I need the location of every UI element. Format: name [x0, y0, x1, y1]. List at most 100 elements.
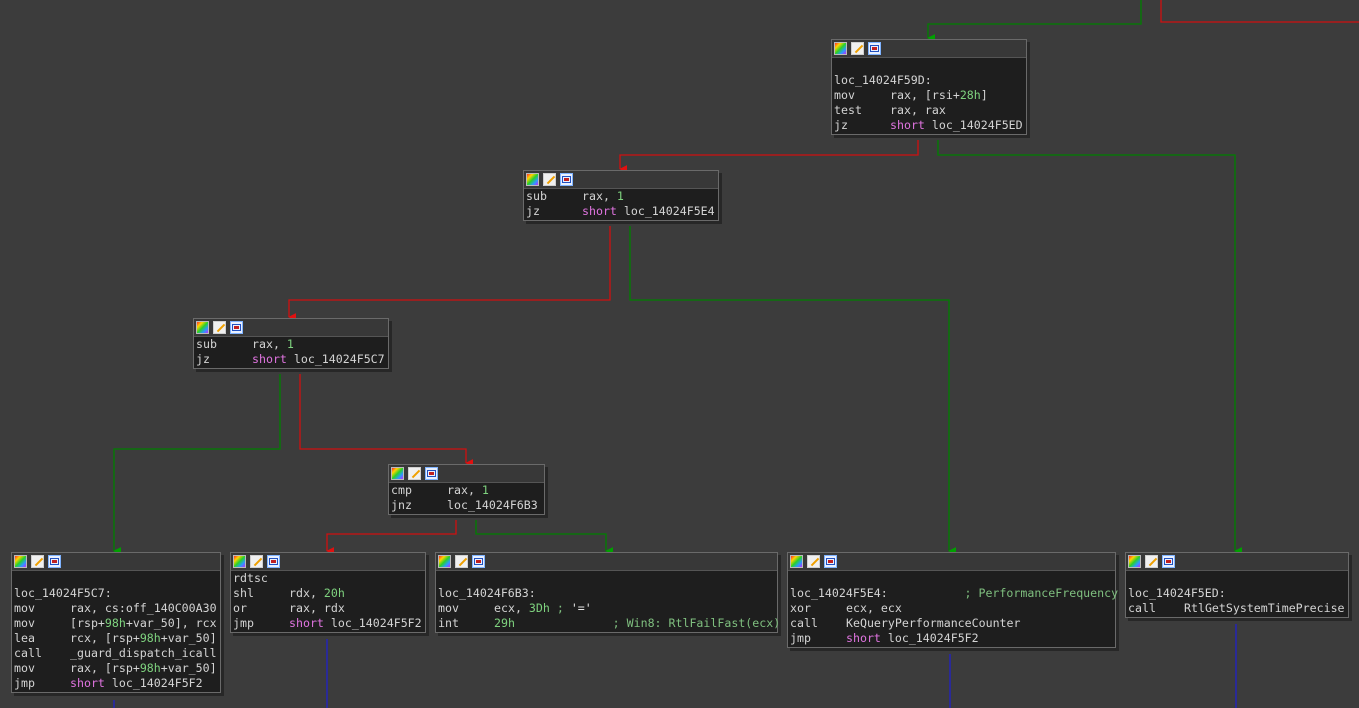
keyword: short [70, 676, 105, 690]
edge-sub2-cmp [299, 374, 474, 467]
rename-icon[interactable] [213, 321, 226, 334]
block-header [389, 465, 544, 483]
group-nodes-icon[interactable] [1162, 555, 1175, 568]
rename-icon[interactable] [31, 555, 44, 568]
color-palette-icon[interactable] [526, 173, 539, 186]
rename-icon[interactable] [851, 42, 864, 55]
jump-target[interactable]: loc_14024F5F2 [331, 616, 422, 630]
block-cmp[interactable]: cmp rax, 1 jnz loc_14024F6B3 [388, 464, 545, 515]
operand: ecx, ecx [846, 601, 902, 615]
mnemonic: jz [196, 352, 210, 366]
instruction-line: jz short loc_14024F5C7 [196, 352, 386, 367]
mnemonic: jmp [14, 676, 35, 690]
block-loc-14024f59d[interactable]: loc_14024F59D: mov rax, [rsi+28h] test rax… [831, 39, 1027, 135]
mnemonic: cmp [391, 483, 412, 497]
immediate: 98h [104, 616, 126, 630]
color-palette-icon[interactable] [790, 555, 803, 568]
block-rdtsc[interactable]: rdtsc shl rdx, 20h or rax, rdx jmp short lo… [230, 552, 426, 633]
operand-rest: ] [980, 88, 988, 102]
group-nodes-icon[interactable] [868, 42, 881, 55]
rename-icon[interactable] [1145, 555, 1158, 568]
rename-icon[interactable] [408, 467, 421, 480]
instruction-line: mov ecx, 3Dh ; '=' [438, 601, 775, 616]
color-palette-icon[interactable] [1128, 555, 1141, 568]
color-palette-icon[interactable] [196, 321, 209, 334]
instruction-line: rdtsc [233, 571, 423, 586]
edge-offscreen-red [1160, 0, 1359, 23]
instruction-line: call _guard_dispatch_icall [14, 646, 218, 661]
block-header [12, 553, 220, 571]
jump-target[interactable]: loc_14024F5E4 [624, 204, 715, 218]
block-loc-14024f6b3[interactable]: loc_14024F6B3: mov ecx, 3Dh ; '=' int 29h … [435, 552, 780, 633]
rename-icon[interactable] [543, 173, 556, 186]
block-label[interactable]: loc_14024F5ED: [1128, 586, 1346, 601]
color-palette-icon[interactable] [391, 467, 404, 480]
instruction-line: mov rax, [rsi+28h] [834, 88, 1024, 103]
comment: ; Win8: RtlFailFast(ecx) [514, 616, 781, 630]
call-target[interactable]: _guard_dispatch_icall [70, 646, 217, 660]
mnemonic: call [14, 646, 42, 660]
keyword: short [252, 352, 287, 366]
block-label[interactable]: loc_14024F5C7: [14, 586, 218, 601]
mnemonic: lea [14, 631, 35, 645]
group-nodes-icon[interactable] [267, 555, 280, 568]
mnemonic: or [233, 601, 247, 615]
color-palette-icon[interactable] [438, 555, 451, 568]
operand: rcx, [rsp+ [70, 631, 140, 645]
block-header [194, 319, 388, 337]
instruction-line: mov [rsp+98h+var_50], rcx [14, 616, 218, 631]
call-target[interactable]: RtlGetSystemTimePrecise [1184, 601, 1345, 615]
instruction-line: jz short loc_14024F5ED [834, 118, 1024, 133]
color-palette-icon[interactable] [233, 555, 246, 568]
mnemonic: xor [790, 601, 811, 615]
block-loc-14024f5e4[interactable]: loc_14024F5E4: ; PerformanceFrequency xo… [787, 552, 1118, 648]
edge-sub1-sub2 [288, 226, 611, 321]
jump-target[interactable]: loc_14024F5F2 [112, 676, 203, 690]
group-nodes-icon[interactable] [48, 555, 61, 568]
mnemonic: jmp [233, 616, 254, 630]
group-nodes-icon[interactable] [560, 173, 573, 186]
immediate: 1 [616, 189, 624, 203]
group-nodes-icon[interactable] [230, 321, 243, 334]
operand: rax, [rsp+ [70, 661, 140, 675]
rename-icon[interactable] [455, 555, 468, 568]
call-target[interactable]: KeQueryPerformanceCounter [846, 616, 1021, 630]
operand: [rsp+ [70, 616, 105, 630]
instruction-line: call KeQueryPerformanceCounter [790, 616, 1113, 631]
group-nodes-icon[interactable] [472, 555, 485, 568]
comment: ; PerformanceFrequency [887, 586, 1119, 600]
edge-into-59d [927, 0, 1142, 42]
jump-target[interactable]: loc_14024F5F2 [888, 631, 979, 645]
label-line: loc_14024F5E4: ; PerformanceFrequency [790, 586, 1118, 601]
rename-icon[interactable] [807, 555, 820, 568]
block-label[interactable]: loc_14024F5E4: [790, 586, 888, 600]
block-loc-14024f5c7[interactable]: loc_14024F5C7: mov rax, cs:off_140C00A30 … [11, 552, 221, 693]
operand: rdx, [289, 586, 324, 600]
jump-target[interactable]: loc_14024F6B3 [447, 498, 538, 512]
edge-sub1-5e4 [629, 226, 957, 555]
block-sub-1[interactable]: sub rax, 1 jz short loc_14024F5E4 [523, 170, 719, 221]
block-loc-14024f5ed[interactable]: loc_14024F5ED: call RtlGetSystemTimePreci… [1125, 552, 1349, 618]
mnemonic: sub [526, 189, 547, 203]
immediate: 98h [139, 631, 161, 645]
mnemonic: mov [14, 616, 35, 630]
block-label[interactable]: loc_14024F6B3: [438, 586, 775, 601]
block-sub-2[interactable]: sub rax, 1 jz short loc_14024F5C7 [193, 318, 389, 369]
block-label[interactable]: loc_14024F59D: [834, 73, 1024, 88]
instruction-line: jmp short loc_14024F5F2 [790, 631, 1113, 646]
rename-icon[interactable] [250, 555, 263, 568]
instruction-line: xor ecx, ecx [790, 601, 1113, 616]
group-nodes-icon[interactable] [824, 555, 837, 568]
mnemonic: mov [834, 88, 855, 102]
operand-rest: +var_50] [160, 631, 217, 645]
color-palette-icon[interactable] [14, 555, 27, 568]
instruction-line: int 29h ; Win8: RtlFailFast(ecx) [438, 616, 780, 631]
instruction-line: jnz loc_14024F6B3 [391, 498, 542, 513]
comment: ; [549, 601, 571, 615]
jump-target[interactable]: loc_14024F5C7 [294, 352, 385, 366]
operand: rax, [447, 483, 482, 497]
group-nodes-icon[interactable] [425, 467, 438, 480]
jump-target[interactable]: loc_14024F5ED [932, 118, 1023, 132]
color-palette-icon[interactable] [834, 42, 847, 55]
mnemonic: jz [834, 118, 848, 132]
